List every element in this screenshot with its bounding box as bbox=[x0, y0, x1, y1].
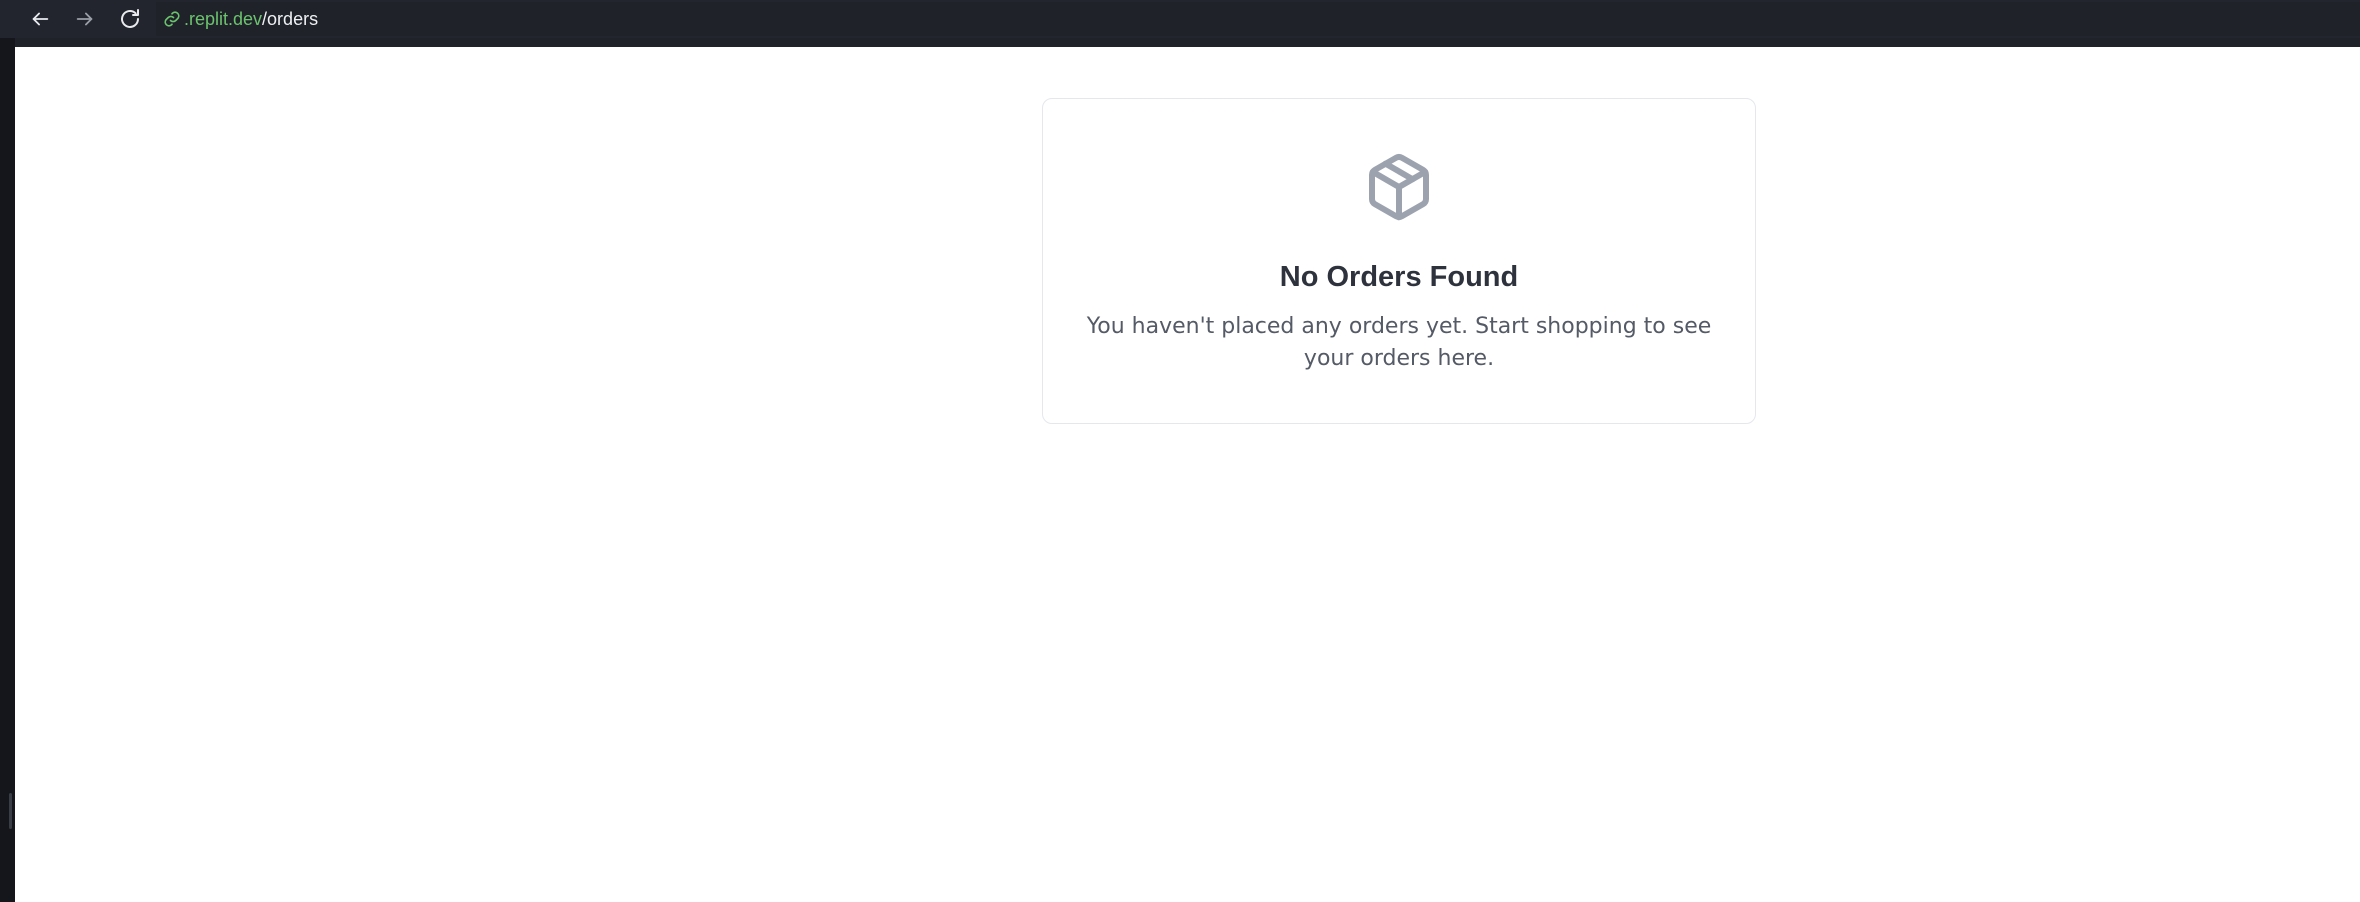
forward-button[interactable] bbox=[68, 2, 102, 36]
reload-icon bbox=[121, 9, 139, 28]
url-path: /orders bbox=[262, 8, 319, 29]
page-viewport: No Orders Found You haven't placed any o… bbox=[15, 47, 2360, 902]
toolbar-divider bbox=[15, 38, 2360, 47]
arrow-left-icon bbox=[32, 12, 49, 26]
reload-button[interactable] bbox=[113, 2, 147, 36]
package-box-icon bbox=[1369, 154, 1429, 221]
back-button[interactable] bbox=[23, 2, 57, 36]
link-icon bbox=[164, 11, 180, 27]
browser-toolbar: .replit.dev/orders bbox=[0, 0, 2360, 38]
resize-handle[interactable] bbox=[9, 793, 12, 829]
arrow-right-icon bbox=[76, 12, 93, 26]
empty-orders-card: No Orders Found You haven't placed any o… bbox=[1042, 98, 1756, 424]
side-panel-edge bbox=[0, 38, 15, 902]
empty-state-message: You haven't placed any orders yet. Start… bbox=[1086, 314, 1712, 371]
empty-state-title: No Orders Found bbox=[1279, 261, 1519, 293]
address-bar[interactable]: .replit.dev/orders bbox=[156, 2, 2360, 36]
url-domain: .replit.dev bbox=[184, 8, 263, 29]
